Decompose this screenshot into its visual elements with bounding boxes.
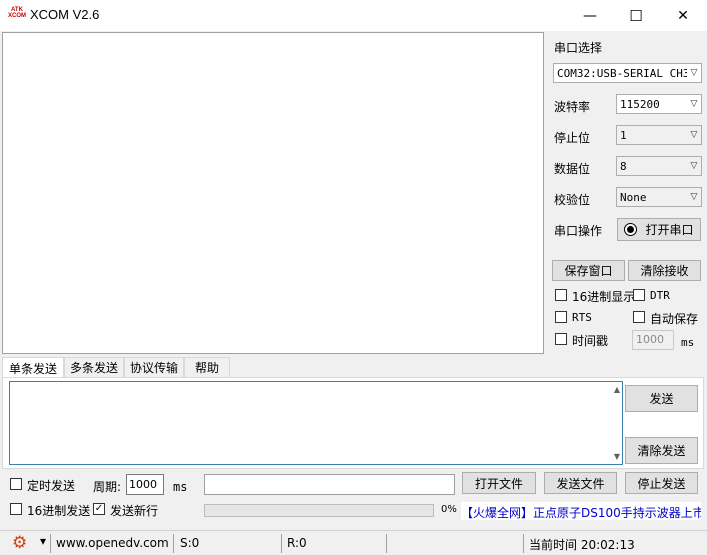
sent-count: S:0	[180, 536, 200, 550]
ad-link[interactable]: 【火爆全网】正点原子DS100手持示波器上市	[461, 502, 701, 520]
timed-send-checkbox[interactable]	[10, 478, 22, 490]
close-button[interactable]: ✕	[660, 0, 706, 31]
hex-display-checkbox[interactable]	[555, 289, 567, 301]
newline-checkbox[interactable]: ✓	[93, 503, 105, 515]
parity-select[interactable]: None ▽	[616, 187, 702, 207]
clear-send-button[interactable]: 清除发送	[625, 437, 698, 464]
hex-display-label: 16进制显示	[572, 290, 636, 304]
save-window-button[interactable]: 保存窗口	[552, 260, 625, 281]
website-link[interactable]: www.openedv.com	[56, 536, 169, 550]
stop-send-button[interactable]: 停止发送	[625, 472, 698, 494]
status-bar: ⚙ ▾ www.openedv.com S:0 R:0 当前时间 20:02:1…	[0, 530, 707, 555]
parity-label: 校验位	[554, 193, 591, 207]
maximize-icon: ☐	[629, 6, 643, 25]
stopbit-label: 停止位	[554, 131, 591, 145]
close-icon: ✕	[677, 7, 689, 24]
auto-save-checkbox[interactable]	[633, 311, 645, 323]
tab-single-send[interactable]: 单条发送	[2, 357, 64, 378]
chevron-down-icon: ▽	[690, 130, 698, 140]
port-status-icon	[624, 223, 638, 236]
send-file-button[interactable]: 发送文件	[544, 472, 617, 494]
stopbit-select[interactable]: 1 ▽	[616, 125, 702, 145]
scroll-up-icon[interactable]: ▲	[614, 385, 620, 394]
hex-send-checkbox[interactable]	[10, 503, 22, 515]
baud-label: 波特率	[554, 100, 591, 114]
chevron-down-icon: ▽	[690, 192, 698, 202]
timestamp-input[interactable]: 1000	[632, 330, 674, 350]
gear-icon[interactable]: ⚙	[12, 533, 27, 553]
received-count: R:0	[287, 536, 307, 550]
timestamp-label: 时间戳	[572, 334, 609, 348]
period-input[interactable]: 1000	[126, 474, 164, 495]
port-select[interactable]: COM32:USB-SERIAL CH34 ▽	[553, 63, 702, 83]
newline-label: 发送新行	[110, 504, 159, 518]
open-file-button[interactable]: 打开文件	[462, 472, 536, 494]
tab-multi-send[interactable]: 多条发送	[64, 357, 124, 377]
tab-help[interactable]: 帮助	[184, 357, 230, 377]
dtr-label: DTR	[650, 289, 670, 302]
tab-protocol[interactable]: 协议传输	[124, 357, 184, 377]
chevron-down-icon: ▽	[690, 161, 698, 171]
send-progress-bar	[204, 504, 434, 517]
receive-textarea[interactable]	[2, 32, 544, 354]
databit-select[interactable]: 8 ▽	[616, 156, 702, 176]
rts-checkbox[interactable]	[555, 311, 567, 323]
send-button[interactable]: 发送	[625, 385, 698, 412]
databit-label: 数据位	[554, 162, 591, 176]
hex-send-label: 16进制发送	[27, 504, 91, 518]
send-textarea[interactable]: ▲ ▼	[9, 381, 623, 465]
progress-percent: 0%	[441, 504, 457, 515]
timestamp-checkbox[interactable]	[555, 333, 567, 345]
app-logo-icon: ATK XCOM	[8, 7, 26, 19]
window-title: XCOM V2.6	[30, 7, 100, 22]
clear-receive-button[interactable]: 清除接收	[628, 260, 701, 281]
rts-label: RTS	[572, 311, 592, 324]
maximize-button[interactable]: ☐	[613, 0, 659, 31]
period-label: 周期:	[93, 480, 122, 494]
checkmark-icon: ✓	[94, 503, 104, 514]
current-time: 当前时间 20:02:13	[529, 538, 635, 552]
port-label: 串口选择	[554, 41, 603, 55]
title-bar: ATK XCOM XCOM V2.6 — ☐ ✕	[0, 0, 707, 31]
serial-op-label: 串口操作	[554, 224, 603, 238]
chevron-down-icon: ▽	[690, 99, 698, 109]
timestamp-unit: ms	[681, 336, 695, 349]
open-port-button[interactable]: 打开串口	[617, 218, 701, 241]
chevron-down-icon: ▽	[690, 68, 698, 78]
baud-select[interactable]: 115200 ▽	[616, 94, 702, 114]
dtr-checkbox[interactable]	[633, 289, 645, 301]
timed-send-label: 定时发送	[27, 479, 76, 493]
minimize-icon: —	[583, 7, 597, 24]
auto-save-label: 自动保存	[650, 312, 699, 326]
file-path-input[interactable]	[204, 474, 455, 495]
period-unit: ms	[173, 480, 188, 494]
chevron-down-icon[interactable]: ▾	[40, 534, 46, 548]
scroll-down-icon[interactable]: ▼	[614, 452, 620, 461]
minimize-button[interactable]: —	[567, 0, 613, 31]
